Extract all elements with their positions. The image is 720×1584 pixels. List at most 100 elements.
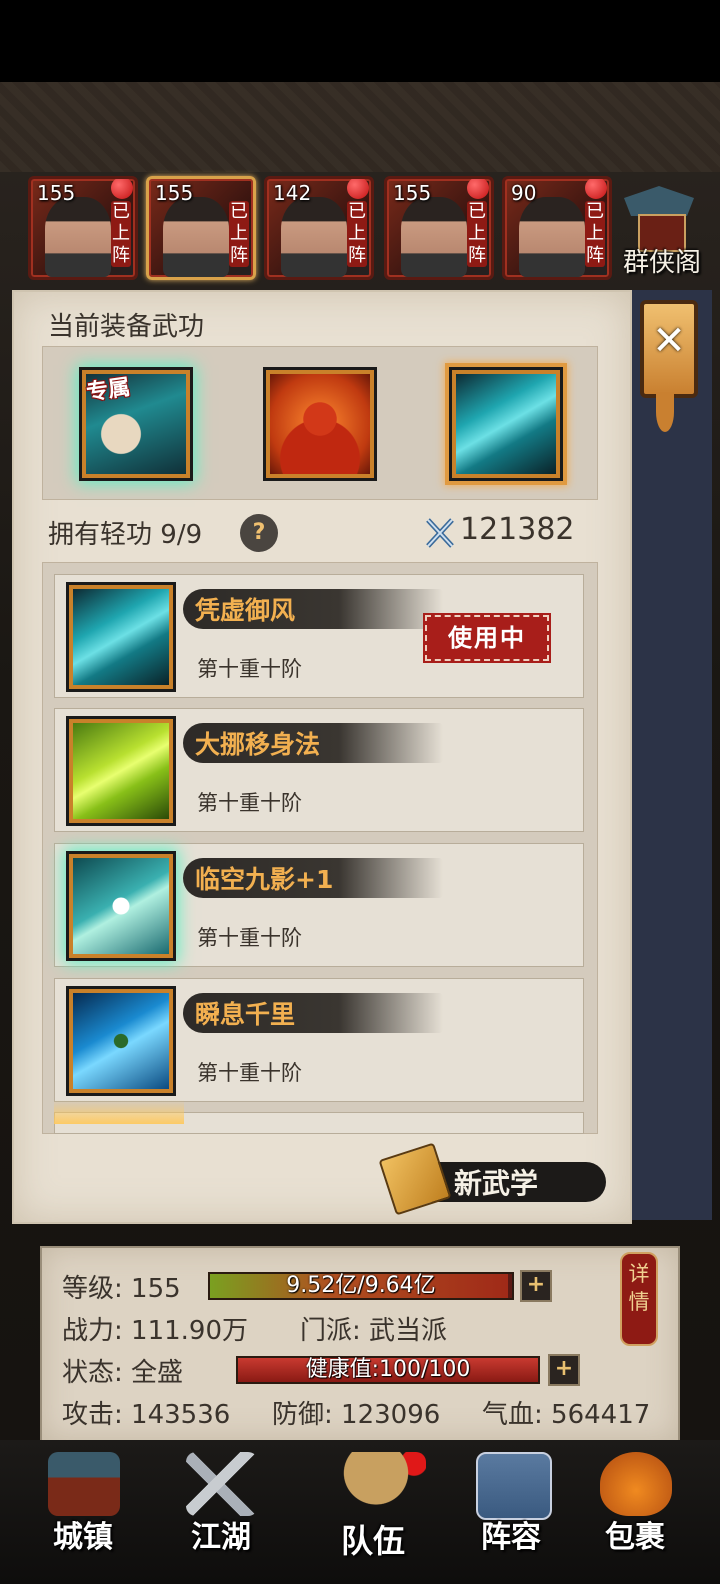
hero-portrait-3[interactable]: 142 已上阵 [264,176,374,280]
hero-deployed-tag: 已上阵 [111,201,131,267]
state-value: 全盛 [131,1358,184,1388]
hero-deployed-tag: 已上阵 [585,201,605,267]
nav-team[interactable]: 队伍 [318,1446,428,1576]
in-use-stamp: 使用中 [423,613,551,663]
skill-item[interactable]: 大挪移身法 第十重十阶 [54,708,584,832]
hero-level: 142 [273,181,312,205]
hero-deployed-tag: 已上阵 [467,201,487,267]
new-skill-button[interactable]: 新武学 [378,1142,606,1216]
close-button[interactable]: ✕ [640,300,698,398]
equipped-slot-lightness[interactable] [452,370,560,478]
skill-stage: 第十重十阶 [197,791,302,815]
skill-item[interactable]: 临空九影+1 第十重十阶 [54,843,584,967]
equipped-slot-inner-power[interactable] [266,370,374,478]
pavilion-icon [624,186,694,216]
defense-label: 防御: [272,1400,333,1430]
state-row: 状态: 全盛 [62,1352,183,1389]
team-icon [326,1452,426,1522]
hero-level: 155 [155,181,194,205]
hp-row: 气血: 564417 [482,1394,650,1431]
exp-add-button[interactable]: + [520,1270,552,1302]
skill-item[interactable]: 凭虚御风 第十重十阶 使用中 [54,574,584,698]
owned-lightness-label: 拥有轻功 9/9 [48,514,202,551]
glow-effect [54,1100,184,1124]
level-label: 等级: [62,1274,123,1304]
notification-dot-icon [467,179,489,199]
exp-bar: 9.52亿/9.64亿 [208,1272,514,1300]
nav-town-label: 城镇 [53,1520,113,1555]
hero-level: 155 [37,181,76,205]
close-icon: ✕ [652,318,686,364]
header-decoration [0,82,720,172]
nav-town[interactable]: 城镇 [28,1446,138,1576]
hero-level: 90 [511,181,537,205]
hp-value: 564417 [551,1400,651,1430]
defense-row: 防御: 123096 [272,1394,440,1431]
skill-stage: 第十重十阶 [197,1061,302,1085]
health-add-button[interactable]: + [548,1354,580,1386]
hero-face [401,197,467,277]
health-text: 健康值:100/100 [305,1357,471,1382]
attack-label: 攻击: [62,1400,123,1430]
hero-portrait-4[interactable]: 155 已上阵 [384,176,494,280]
nav-bag[interactable]: 包裹 [580,1446,690,1576]
nav-team-label: 队伍 [340,1522,405,1560]
health-bar: 健康值:100/100 [236,1356,540,1384]
sect-label: 门派: [300,1316,361,1346]
hero-portrait-2[interactable]: 155 已上阵 [146,176,256,280]
formation-icon [476,1452,552,1520]
detail-button[interactable]: 详情 [620,1252,658,1346]
power-value: 111.90万 [131,1316,249,1346]
hero-face [45,197,111,277]
combat-power-value: 121382 [460,512,575,547]
skill-icon [69,989,173,1093]
power-row: 战力: 111.90万 [62,1310,248,1347]
hero-portrait-1[interactable]: 155 已上阵 [28,176,138,280]
notification-dot-icon [585,179,607,199]
hero-face [519,197,585,277]
skill-icon [69,585,173,689]
attack-row: 攻击: 143536 [62,1394,230,1431]
hero-face [281,197,347,277]
hero-portrait-5[interactable]: 90 已上阵 [502,176,612,280]
exclusive-badge: 专属 [84,375,132,406]
skill-name: 大挪移身法 [195,730,321,759]
owned-label: 拥有轻功 [48,520,153,550]
sect-row: 门派: 武当派 [300,1310,447,1347]
side-strip [630,290,712,1220]
sect-value: 武当派 [369,1316,448,1346]
scroll-book-icon [378,1142,452,1216]
town-icon [48,1452,120,1516]
level-value: 155 [131,1274,181,1304]
hp-label: 气血: [482,1400,543,1430]
skill-name: 瞬息千里 [195,1000,296,1029]
defense-value: 123096 [341,1400,441,1430]
equipped-skills-title: 当前装备武功 [48,312,205,342]
guild-hall-button[interactable]: 群侠阁 [608,180,716,280]
power-label: 战力: [62,1316,123,1346]
bag-icon [600,1452,672,1516]
new-skill-label: 新武学 [454,1167,539,1200]
nav-jianghu[interactable]: 江湖 [166,1446,276,1576]
notification-dot-icon [347,179,369,199]
crossed-swords-icon [186,1452,258,1516]
skill-stage: 第十重十阶 [197,657,302,681]
tassel-decoration [656,392,674,432]
skill-item[interactable]: 瞬息千里 第十重十阶 [54,978,584,1102]
hero-deployed-tag: 已上阵 [347,201,367,267]
skill-icon [69,854,173,958]
notification-dot-icon [111,179,133,199]
help-icon[interactable]: ? [240,514,278,552]
combat-power-icon [426,518,454,548]
nav-bag-label: 包裹 [605,1520,665,1555]
skill-stage: 第十重十阶 [197,926,302,950]
owned-count: 9/9 [160,520,203,550]
nav-formation[interactable]: 阵容 [456,1446,566,1576]
nav-jianghu-label: 江湖 [191,1520,251,1555]
hero-face [163,197,229,277]
skill-name: 临空九影+1 [195,865,334,894]
level-row: 等级: 155 [62,1268,181,1305]
attack-value: 143536 [131,1400,231,1430]
guild-hall-label: 群侠阁 [622,248,701,278]
exp-text: 9.52亿/9.64亿 [286,1273,436,1298]
